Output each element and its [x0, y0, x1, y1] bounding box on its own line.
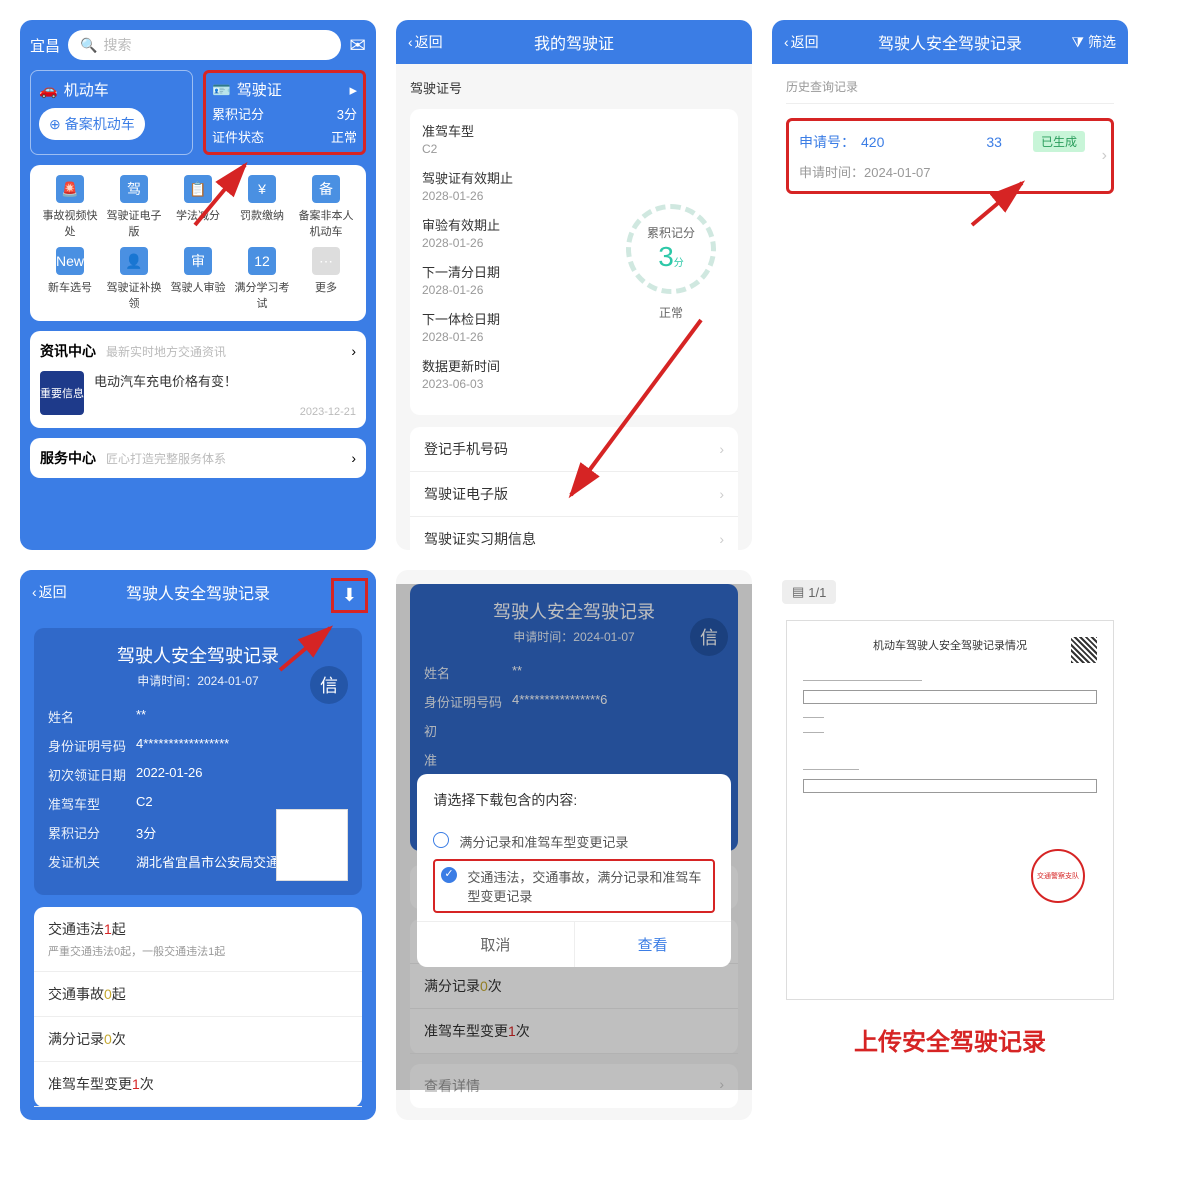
- search-icon: 🔍: [80, 37, 97, 54]
- record-item: 交通违法1起严重交通违法0起，一般交通违法1起: [34, 907, 362, 972]
- chevron-right-icon: [351, 343, 356, 359]
- license-no-label: 驾驶证号: [410, 78, 738, 97]
- info-row: 初次领证日期2022-01-26: [48, 765, 348, 784]
- page-title: 驾驶人安全驾驶记录: [878, 30, 1022, 54]
- chevron-right-icon: [351, 450, 356, 466]
- service-item[interactable]: 👤驾驶证补换领: [104, 247, 164, 311]
- view-button[interactable]: 查看: [575, 922, 731, 967]
- chevron-right-icon: [1102, 147, 1107, 165]
- id-icon: 🪪: [212, 81, 231, 99]
- service-icon: 🚨: [56, 175, 84, 203]
- service-icon: ⋯: [312, 247, 340, 275]
- service-icon: ¥: [248, 175, 276, 203]
- mail-icon[interactable]: ✉: [349, 33, 366, 58]
- service-icon: 审: [184, 247, 212, 275]
- page-title: 我的驾驶证: [534, 30, 614, 54]
- download-button[interactable]: ⬇: [331, 578, 368, 613]
- list-item[interactable]: 登记手机号码: [410, 427, 738, 472]
- dialog-title: 请选择下载包含的内容:: [433, 790, 714, 810]
- service-center-header[interactable]: 服务中心 匠心打造完整服务体系: [40, 448, 356, 468]
- service-item[interactable]: ¥罚款缴纳: [232, 175, 292, 239]
- service-item[interactable]: 12满分学习考试: [232, 247, 292, 311]
- chevron-left-icon: ‹: [784, 34, 789, 50]
- service-item[interactable]: 🚨事故视频快处: [40, 175, 100, 239]
- list-item[interactable]: 驾驶证实习期信息: [410, 517, 738, 550]
- service-item[interactable]: 📋学法减分: [168, 175, 228, 239]
- service-icon: 备: [312, 175, 340, 203]
- info-center-header[interactable]: 资讯中心 最新实时地方交通资讯: [40, 341, 356, 361]
- record-item: 交通事故0起: [34, 972, 362, 1017]
- info-row: 审验有效期止2028-01-26: [422, 215, 616, 250]
- service-icon: New: [56, 247, 84, 275]
- cancel-button[interactable]: 取消: [417, 922, 574, 967]
- info-row: 下一清分日期2028-01-26: [422, 262, 616, 297]
- search-input[interactable]: 🔍 搜索: [68, 30, 341, 60]
- service-item[interactable]: 驾驾驶证电子版: [104, 175, 164, 239]
- list-item[interactable]: 驾驶证电子版: [410, 472, 738, 517]
- info-row: 下一体检日期2028-01-26: [422, 309, 616, 344]
- record-item: 准驾车型变更1次: [34, 1062, 362, 1107]
- record-card: 驾驶人安全驾驶记录 申请时间：2024-01-07 信 姓名**身份证明号码4*…: [34, 628, 362, 895]
- page-icon: ▤: [792, 584, 804, 600]
- score-gauge: 累积记分 3分: [626, 204, 716, 294]
- trust-badge-icon: 信: [310, 666, 348, 704]
- dialog-option-2[interactable]: 交通违法，交通事故，满分记录和准驾车型变更记录: [433, 859, 714, 913]
- license-card[interactable]: 🪪驾驶证▸ 累积记分3分 证件状态正常: [203, 70, 366, 155]
- car-icon: 🚗: [39, 81, 58, 99]
- service-item[interactable]: ⋯更多: [296, 247, 356, 311]
- chevron-right-icon: [719, 486, 724, 502]
- info-row: 准驾车型C2: [422, 121, 616, 156]
- history-label: 历史查询记录: [786, 78, 1114, 104]
- chevron-left-icon: ‹: [408, 34, 413, 50]
- info-row: 姓名**: [48, 707, 348, 726]
- document-preview[interactable]: 机动车驾驶人安全驾驶记录情况 ――――――――――――――――― ――― ―――…: [786, 620, 1114, 1000]
- service-item[interactable]: New新车选号: [40, 247, 100, 311]
- radio-icon: [433, 832, 449, 848]
- back-button[interactable]: ‹返回: [408, 32, 443, 52]
- record-item: 满分记录0次: [34, 1017, 362, 1062]
- status-tag: 已生成: [1033, 131, 1085, 152]
- upload-caption: 上传安全驾驶记录: [772, 1022, 1128, 1057]
- download-icon: ⬇: [342, 585, 357, 605]
- chevron-right-icon: [719, 531, 724, 547]
- back-button[interactable]: ‹返回: [32, 582, 67, 602]
- qr-code: [276, 809, 348, 881]
- filter-icon: ⧩: [1072, 34, 1085, 51]
- chevron-right-icon: [719, 441, 724, 457]
- official-stamp-icon: 交通警察支队: [1031, 849, 1085, 903]
- news-badge: 重要信息: [40, 371, 84, 415]
- history-record[interactable]: 申请号： 420 33 已生成 申请时间：2024-01-07: [786, 118, 1114, 194]
- news-item[interactable]: 重要信息 电动汽车充电价格有变！ 2023-12-21: [40, 371, 356, 418]
- add-vehicle-button[interactable]: ⊕备案机动车: [39, 108, 145, 140]
- page-indicator: ▤1/1: [782, 580, 836, 604]
- qr-code-icon: [1071, 637, 1097, 663]
- info-row: 身份证明号码4*****************: [48, 736, 348, 755]
- plus-icon: ⊕: [49, 116, 61, 133]
- download-dialog: 请选择下载包含的内容: 满分记录和准驾车型变更记录 交通违法，交通事故，满分记录…: [417, 774, 730, 967]
- filter-button[interactable]: ⧩筛选: [1072, 32, 1117, 52]
- dialog-option-1[interactable]: 满分记录和准驾车型变更记录: [433, 824, 714, 859]
- info-row: 驾驶证有效期止2028-01-26: [422, 168, 616, 203]
- service-icon: 12: [248, 247, 276, 275]
- chevron-left-icon: ‹: [32, 584, 37, 600]
- service-item[interactable]: 备备案非本人机动车: [296, 175, 356, 239]
- service-icon: 📋: [184, 175, 212, 203]
- vehicle-card[interactable]: 🚗机动车 ⊕备案机动车: [30, 70, 193, 155]
- radio-checked-icon: [441, 867, 457, 883]
- info-row: 数据更新时间2023-06-03: [422, 356, 616, 391]
- page-title: 驾驶人安全驾驶记录: [126, 580, 270, 604]
- services-grid: 🚨事故视频快处驾驾驶证电子版📋学法减分¥罚款缴纳备备案非本人机动车 New新车选号…: [30, 165, 366, 321]
- back-button[interactable]: ‹返回: [784, 32, 819, 52]
- service-icon: 👤: [120, 247, 148, 275]
- city-label[interactable]: 宜昌: [30, 35, 60, 56]
- service-item[interactable]: 审驾驶人审验: [168, 247, 228, 311]
- service-icon: 驾: [120, 175, 148, 203]
